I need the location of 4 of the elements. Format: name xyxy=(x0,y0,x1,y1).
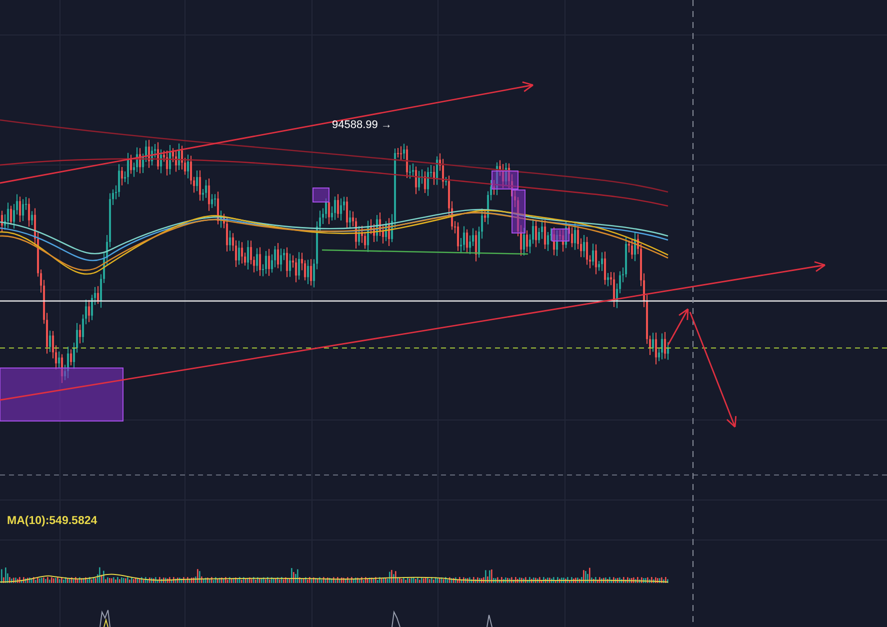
highlight-zone xyxy=(312,188,330,202)
indicator-label: MA(10):549.5824 xyxy=(7,515,98,527)
price-label: 94588.99 → xyxy=(332,119,392,131)
highlight-zone xyxy=(552,228,570,242)
